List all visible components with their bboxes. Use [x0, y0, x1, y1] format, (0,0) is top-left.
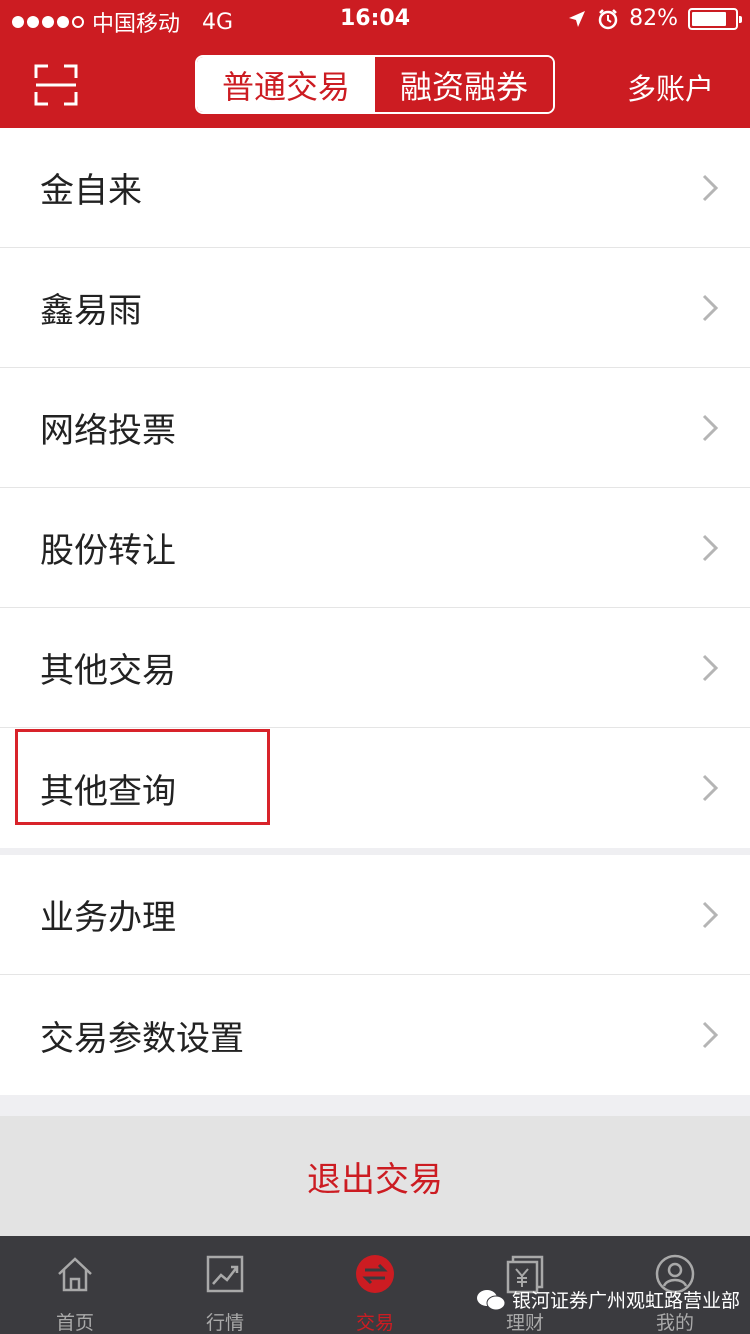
menu-item-label: 金自来: [40, 171, 142, 211]
battery-percentage: 82%: [629, 6, 678, 31]
status-bar: 中国移动 4G 16:04 82%: [0, 0, 750, 40]
multi-account-link[interactable]: 多账户: [627, 66, 714, 108]
battery-icon: [688, 7, 742, 30]
nav-bar: 普通交易 融资融券 多账户: [0, 40, 750, 128]
location-arrow-icon: [569, 10, 586, 27]
trade-menu-list: 金自来 鑫易雨 网络投票 股份转让 其他交易 其他查询: [0, 128, 750, 848]
tab-label: 行情: [205, 1312, 244, 1334]
menu-item-label: 业务办理: [40, 898, 176, 938]
menu-item-business-handling[interactable]: 业务办理: [0, 855, 750, 975]
settings-menu-list: 业务办理 交易参数设置: [0, 855, 750, 1095]
chevron-right-icon: [702, 174, 719, 202]
wechat-icon: [477, 1289, 506, 1310]
chevron-right-icon: [702, 654, 719, 682]
menu-item-label: 网络投票: [40, 411, 176, 451]
header: 中国移动 4G 16:04 82% 普通交易 融资融券 多账户: [0, 0, 750, 128]
watermark-text: 银河证券广州观虹路营业部: [512, 1290, 741, 1312]
alarm-clock-icon: [598, 8, 618, 29]
chevron-right-icon: [702, 1021, 719, 1049]
menu-item-share-transfer[interactable]: 股份转让: [0, 488, 750, 608]
menu-item-label: 鑫易雨: [40, 291, 142, 331]
tab-market[interactable]: 行情: [150, 1236, 300, 1334]
chevron-right-icon: [702, 414, 719, 442]
menu-item-label: 股份转让: [40, 531, 176, 571]
watermark: 银河证券广州观虹路营业部: [476, 1286, 740, 1313]
menu-item-label: 交易参数设置: [40, 1018, 244, 1059]
menu-item-online-voting[interactable]: 网络投票: [0, 368, 750, 488]
menu-item-jinzilai[interactable]: 金自来: [0, 128, 750, 248]
chevron-right-icon: [702, 901, 719, 929]
scan-icon[interactable]: [34, 64, 78, 106]
trade-type-segmented-control: 普通交易 融资融券: [195, 55, 555, 114]
menu-item-label: 其他交易: [40, 651, 176, 691]
tab-bar: 首页 行情 交易 理财 我的: [0, 1236, 750, 1334]
tab-normal-trading[interactable]: 普通交易: [197, 57, 375, 112]
menu-item-other-query[interactable]: 其他查询: [0, 728, 750, 848]
exchange-icon: [356, 1255, 394, 1293]
chart-trend-icon: [206, 1255, 244, 1293]
tab-margin-trading[interactable]: 融资融券: [375, 57, 553, 112]
tab-label: 首页: [55, 1312, 94, 1334]
menu-item-trade-settings[interactable]: 交易参数设置: [0, 975, 750, 1095]
menu-item-other-trading[interactable]: 其他交易: [0, 608, 750, 728]
chevron-right-icon: [702, 294, 719, 322]
tab-wealth[interactable]: 理财: [450, 1236, 600, 1334]
tab-label: 交易: [355, 1312, 394, 1334]
chevron-right-icon: [702, 774, 719, 802]
tab-me[interactable]: 我的: [600, 1236, 750, 1334]
chevron-right-icon: [702, 534, 719, 562]
logout-button[interactable]: 退出交易: [0, 1116, 750, 1236]
tab-trade[interactable]: 交易: [300, 1236, 450, 1334]
menu-item-xinyiyu[interactable]: 鑫易雨: [0, 248, 750, 368]
menu-item-label: 其他查询: [40, 771, 176, 812]
home-icon: [58, 1257, 92, 1292]
tab-home[interactable]: 首页: [0, 1236, 150, 1334]
